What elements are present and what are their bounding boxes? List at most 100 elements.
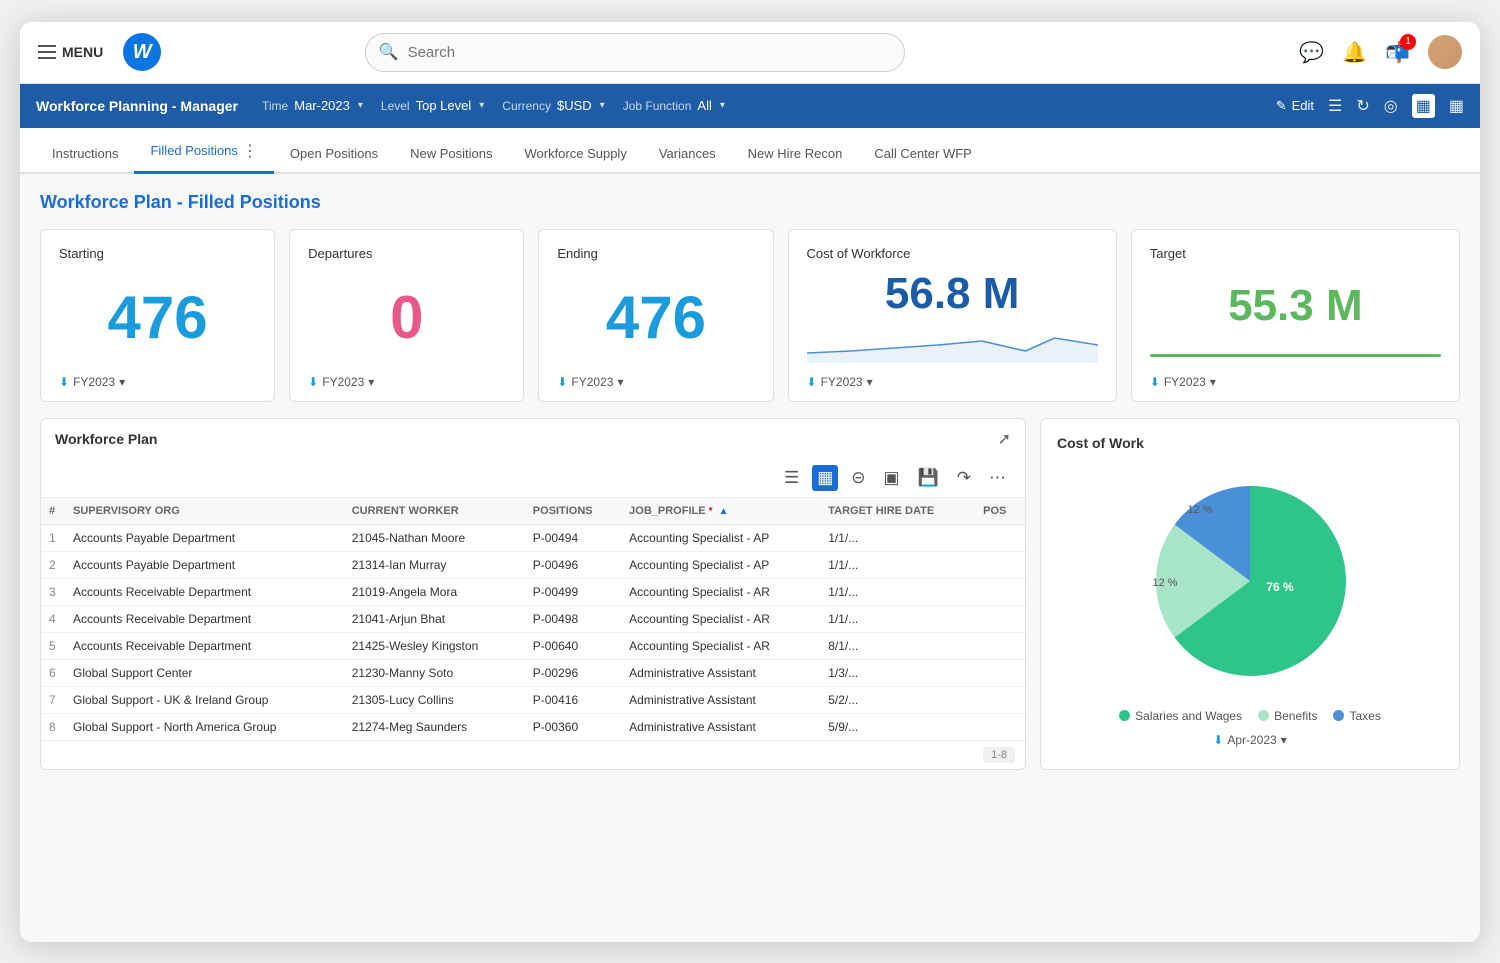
cell-job-profile: Accounting Specialist - AP (621, 551, 820, 578)
tab-variances[interactable]: Variances (643, 136, 732, 174)
copy-button[interactable]: ▣ (879, 465, 905, 491)
cost-of-workforce-card: Cost of Workforce 56.8 M ⬇ FY2023 ▾ (788, 229, 1117, 402)
svg-text:12 %: 12 % (1152, 577, 1177, 589)
starting-card: Starting 476 ⬇ FY2023 ▾ (40, 229, 275, 402)
pie-legend: Salaries and Wages Benefits Taxes (1057, 709, 1443, 723)
cell-worker: 21045-Nathan Moore (344, 524, 525, 551)
target-period[interactable]: ⬇ FY2023 ▾ (1150, 375, 1441, 389)
layout-view-button[interactable]: ▦ (1449, 96, 1464, 116)
menu-button[interactable]: MENU (38, 44, 103, 60)
tab-open-positions[interactable]: Open Positions (274, 136, 394, 174)
filter-rows-button[interactable]: ☰ (779, 465, 804, 491)
edit-button[interactable]: ✎ Edit (1276, 98, 1314, 114)
refresh-icon-button[interactable]: ↻ (1356, 96, 1369, 116)
tab-filled-positions[interactable]: Filled Positions ⋮ (134, 131, 273, 174)
starting-label: Starting (59, 246, 256, 261)
snapshot-icon-button[interactable]: ◎ (1384, 96, 1398, 116)
time-dropdown-arrow[interactable]: ▾ (358, 100, 363, 111)
table-row[interactable]: 1 Accounts Payable Department 21045-Nath… (41, 524, 1025, 551)
table-row[interactable]: 2 Accounts Payable Department 21314-Ian … (41, 551, 1025, 578)
col-job-profile[interactable]: JOB_PROFILE * ▲ (621, 498, 820, 525)
col-current-worker[interactable]: CURRENT WORKER (344, 498, 525, 525)
cost-of-workforce-label: Cost of Workforce (807, 246, 1098, 261)
level-filter[interactable]: Level Top Level ▾ (381, 98, 484, 113)
filter-icon-button[interactable]: ☰ (1328, 96, 1342, 116)
workday-logo[interactable]: W (123, 33, 161, 71)
ending-period-dropdown[interactable]: ▾ (617, 375, 623, 389)
level-value: Top Level (416, 98, 472, 113)
tab-instructions[interactable]: Instructions (36, 136, 134, 174)
cell-worker: 21425-Wesley Kingston (344, 632, 525, 659)
grid-mode-button[interactable]: ▦ (812, 465, 838, 491)
ending-period[interactable]: ⬇ FY2023 ▾ (557, 375, 754, 389)
currency-label: Currency (502, 99, 551, 113)
table-row[interactable]: 4 Accounts Receivable Department 21041-A… (41, 605, 1025, 632)
cell-org: Accounts Payable Department (65, 551, 344, 578)
notifications-bell-button[interactable]: 🔔 (1342, 40, 1367, 65)
save-button[interactable]: 💾 (913, 465, 944, 491)
top-navigation: MENU W 🔍 💬 🔔 📬 1 (20, 22, 1480, 84)
ending-label: Ending (557, 246, 754, 261)
job-function-label: Job Function (623, 99, 692, 113)
table-row[interactable]: 6 Global Support Center 21230-Manny Soto… (41, 659, 1025, 686)
tab-new-positions[interactable]: New Positions (394, 136, 508, 174)
wp-toolbar: ☰ ▦ ⊝ ▣ 💾 ↷ ⋯ (41, 459, 1025, 498)
table-row[interactable]: 7 Global Support - UK & Ireland Group 21… (41, 686, 1025, 713)
cell-num: 2 (41, 551, 65, 578)
tab-options-icon[interactable]: ⋮ (242, 141, 258, 161)
pie-period-dropdown[interactable]: ▾ (1281, 733, 1287, 747)
col-pos[interactable]: POS (975, 498, 1025, 525)
app-title: Workforce Planning - Manager (36, 98, 238, 114)
search-input[interactable] (365, 33, 905, 72)
hamburger-icon (38, 45, 56, 59)
departures-value: 0 (308, 269, 505, 367)
starting-period[interactable]: ⬇ FY2023 ▾ (59, 375, 256, 389)
target-label: Target (1150, 246, 1441, 261)
starting-period-dropdown[interactable]: ▾ (119, 375, 125, 389)
currency-dropdown-arrow[interactable]: ▾ (600, 100, 605, 111)
cost-of-workforce-period[interactable]: ⬇ FY2023 ▾ (807, 375, 1098, 389)
departures-period-dropdown[interactable]: ▾ (368, 375, 374, 389)
time-filter[interactable]: Time Mar-2023 ▾ (262, 98, 363, 113)
table-row[interactable]: 8 Global Support - North America Group 2… (41, 713, 1025, 740)
table-wrapper: # SUPERVISORY ORG CURRENT WORKER POSITIO… (41, 498, 1025, 741)
currency-filter[interactable]: Currency $USD ▾ (502, 98, 604, 113)
tab-new-hire-recon[interactable]: New Hire Recon (732, 136, 859, 174)
level-dropdown-arrow[interactable]: ▾ (479, 100, 484, 111)
cell-org: Global Support - UK & Ireland Group (65, 686, 344, 713)
target-value: 55.3 M (1150, 269, 1441, 344)
job-function-filter[interactable]: Job Function All ▾ (623, 98, 725, 113)
search-icon: 🔍 (379, 42, 399, 62)
tab-call-center-wfp[interactable]: Call Center WFP (858, 136, 988, 174)
expand-table-button[interactable]: ➚ (998, 429, 1011, 449)
user-avatar[interactable] (1428, 35, 1462, 69)
redo-button[interactable]: ↷ (952, 465, 976, 491)
pie-footer[interactable]: ⬇ Apr-2023 ▾ (1057, 733, 1443, 747)
cost-period-dropdown[interactable]: ▾ (867, 375, 873, 389)
col-positions[interactable]: POSITIONS (525, 498, 621, 525)
starting-period-arrow: ⬇ (59, 375, 69, 389)
cell-num: 8 (41, 713, 65, 740)
table-row[interactable]: 5 Accounts Receivable Department 21425-W… (41, 632, 1025, 659)
job-function-dropdown-arrow[interactable]: ▾ (720, 100, 725, 111)
move-button[interactable]: ⊝ (846, 465, 870, 491)
table-footer: 1-8 (41, 741, 1025, 769)
col-supervisory-org[interactable]: SUPERVISORY ORG (65, 498, 344, 525)
more-options-button[interactable]: ⋯ (984, 465, 1011, 491)
inbox-button[interactable]: 📬 1 (1385, 40, 1410, 65)
chat-icon-button[interactable]: 💬 (1299, 40, 1324, 65)
target-card: Target 55.3 M ⬇ FY2023 ▾ (1131, 229, 1460, 402)
grid-view-button[interactable]: ▦ (1412, 94, 1435, 118)
nav-right-actions: 💬 🔔 📬 1 (1299, 35, 1462, 69)
departures-period[interactable]: ⬇ FY2023 ▾ (308, 375, 505, 389)
svg-text:12 %: 12 % (1187, 504, 1212, 516)
col-num: # (41, 498, 65, 525)
table-row[interactable]: 3 Accounts Receivable Department 21019-A… (41, 578, 1025, 605)
metric-cards-row: Starting 476 ⬇ FY2023 ▾ Departures 0 ⬇ F… (40, 229, 1460, 402)
cell-org: Global Support Center (65, 659, 344, 686)
col-target-hire-date[interactable]: TARGET HIRE DATE (820, 498, 975, 525)
target-period-dropdown[interactable]: ▾ (1210, 375, 1216, 389)
global-search[interactable]: 🔍 (365, 33, 905, 72)
cell-num: 6 (41, 659, 65, 686)
tab-workforce-supply[interactable]: Workforce Supply (508, 136, 642, 174)
